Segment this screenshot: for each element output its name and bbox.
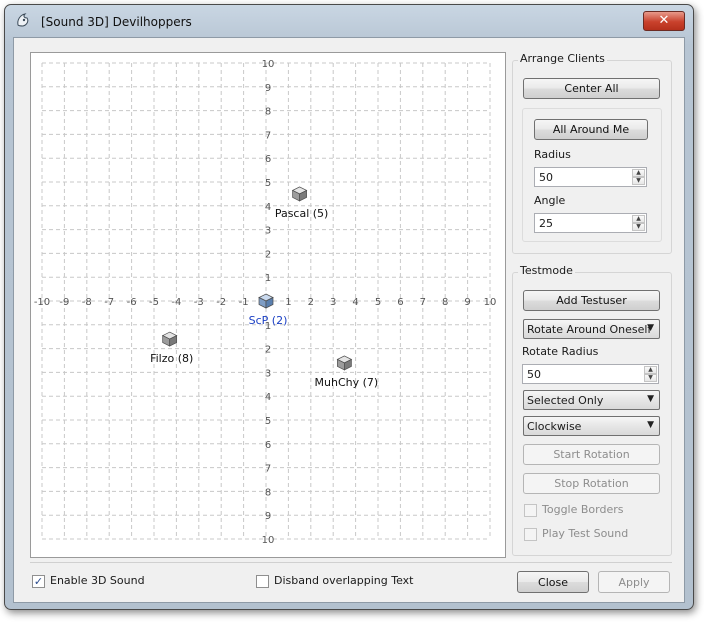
radius-up-arrow-icon[interactable]: ▲	[632, 169, 645, 177]
direction-select[interactable]: Clockwise ▼	[523, 416, 660, 436]
close-button[interactable]: Close	[517, 571, 589, 593]
close-icon: ✕	[658, 13, 670, 28]
y-tick-label: 9	[265, 83, 271, 94]
toggle-borders-label: Toggle Borders	[542, 503, 624, 516]
x-tick-label: 4	[352, 297, 358, 308]
radius-value: 50	[539, 171, 553, 184]
position-plot[interactable]: -10 -9 -8 -7 -6 -5 -4 -3 -2 -1 1 2 3 4 5 6 7 8 9 10 10 9 8 7 6 5 4…	[30, 52, 506, 558]
angle-value: 25	[539, 217, 553, 230]
y-tick-label: 10	[262, 59, 275, 70]
toggle-borders-checkbox[interactable]	[524, 504, 537, 517]
x-tick-label: -7	[104, 297, 114, 308]
selection-value: Selected Only	[527, 394, 604, 407]
app-icon	[17, 13, 29, 27]
rotate-radius-label: Rotate Radius	[522, 345, 599, 358]
y-tick-label: 6	[265, 154, 271, 165]
y-tick-label: 2	[265, 345, 271, 356]
rotation-mode-value: Rotate Around Oneself	[527, 323, 652, 336]
x-tick-label: -4	[171, 297, 181, 308]
x-tick-label: 8	[442, 297, 448, 308]
x-tick-label: 9	[464, 297, 470, 308]
y-tick-label: 5	[265, 178, 271, 189]
x-tick-label: -8	[82, 297, 92, 308]
y-tick-label: 3	[265, 226, 271, 237]
y-tick-label: 4	[265, 202, 271, 213]
play-test-sound-checkbox[interactable]	[524, 528, 537, 541]
enable-3d-sound-label: Enable 3D Sound	[50, 574, 145, 587]
window-title: [Sound 3D] Devilhoppers	[41, 15, 192, 29]
chevron-down-icon: ▼	[647, 323, 654, 333]
y-tick-label: 4	[265, 392, 271, 403]
radius-spinbox[interactable]: 50 ▲ ▼	[534, 167, 647, 187]
direction-value: Clockwise	[527, 420, 582, 433]
apply-button[interactable]: Apply	[598, 571, 670, 593]
chevron-down-icon: ▼	[647, 420, 654, 430]
x-tick-label: -6	[127, 297, 137, 308]
selection-select[interactable]: Selected Only ▼	[523, 390, 660, 410]
x-tick-label: -5	[149, 297, 159, 308]
title-bar[interactable]: [Sound 3D] Devilhoppers ✕	[5, 5, 693, 37]
y-tick-label: 1	[265, 273, 271, 284]
rotate-radius-down-arrow-icon[interactable]: ▼	[644, 374, 657, 382]
close-window-button[interactable]: ✕	[643, 11, 685, 31]
rotate-radius-value: 50	[527, 368, 541, 381]
x-tick-label: 1	[285, 297, 291, 308]
rotation-mode-select[interactable]: Rotate Around Oneself ▼	[523, 319, 660, 339]
footer-separator	[30, 562, 672, 563]
disband-overlapping-text-checkbox[interactable]	[256, 575, 269, 588]
arrange-clients-title: Arrange Clients	[518, 52, 607, 65]
chevron-down-icon: ▼	[647, 394, 654, 404]
y-tick-label: 6	[265, 440, 271, 451]
x-tick-label: 3	[330, 297, 336, 308]
x-tick-label: -3	[194, 297, 204, 308]
enable-3d-sound-checkbox[interactable]: ✓	[32, 575, 45, 588]
disband-overlapping-text-label: Disband overlapping Text	[274, 574, 414, 587]
position-plot-svg[interactable]: -10 -9 -8 -7 -6 -5 -4 -3 -2 -1 1 2 3 4 5 6 7 8 9 10 10 9 8 7 6 5 4…	[31, 53, 505, 557]
x-tick-label: 7	[420, 297, 426, 308]
x-tick-label: -1	[239, 297, 249, 308]
x-tick-label: -10	[34, 297, 50, 308]
y-tick-label: 7	[265, 130, 271, 141]
x-tick-label: -2	[216, 297, 226, 308]
play-test-sound-label: Play Test Sound	[542, 527, 629, 540]
client-point-label[interactable]: Filzo (8)	[150, 352, 193, 365]
add-testuser-button[interactable]: Add Testuser	[523, 290, 660, 311]
client-point-label[interactable]: Pascal (5)	[275, 207, 329, 220]
y-tick-label: 8	[265, 107, 271, 118]
client-point-label[interactable]: ScP (2)	[249, 314, 288, 327]
rotate-radius-spinbox[interactable]: 50 ▲ ▼	[522, 364, 659, 384]
client-point-label[interactable]: MuhChy (7)	[315, 376, 379, 389]
x-tick-label: 10	[484, 297, 497, 308]
x-tick-label: 6	[397, 297, 403, 308]
radius-down-arrow-icon[interactable]: ▼	[632, 177, 645, 185]
y-tick-label: 5	[265, 416, 271, 427]
radius-label: Radius	[534, 148, 571, 161]
start-rotation-button[interactable]: Start Rotation	[523, 444, 660, 465]
angle-label: Angle	[534, 194, 566, 207]
y-tick-label: 7	[265, 464, 271, 475]
stop-rotation-button[interactable]: Stop Rotation	[523, 473, 660, 494]
all-around-me-button[interactable]: All Around Me	[534, 119, 648, 140]
x-tick-label: 2	[308, 297, 314, 308]
app-window: [Sound 3D] Devilhoppers ✕ -10 -9 -8 -7 -6 -5-…	[4, 4, 694, 610]
angle-up-arrow-icon[interactable]: ▲	[632, 215, 645, 223]
y-tick-label: 2	[265, 249, 271, 260]
y-tick-label: 8	[265, 487, 271, 498]
x-tick-label: 5	[375, 297, 381, 308]
angle-down-arrow-icon[interactable]: ▼	[632, 223, 645, 231]
y-tick-label: 9	[265, 511, 271, 522]
testmode-title: Testmode	[518, 264, 575, 277]
y-tick-label: 10	[262, 535, 275, 546]
angle-spinbox[interactable]: 25 ▲ ▼	[534, 213, 647, 233]
x-tick-label: -9	[59, 297, 69, 308]
y-tick-label: 3	[265, 368, 271, 379]
client-area: -10 -9 -8 -7 -6 -5 -4 -3 -2 -1 1 2 3 4 5 6 7 8 9 10 10 9 8 7 6 5 4…	[13, 37, 685, 603]
center-all-button[interactable]: Center All	[523, 78, 660, 99]
rotate-radius-up-arrow-icon[interactable]: ▲	[644, 366, 657, 374]
